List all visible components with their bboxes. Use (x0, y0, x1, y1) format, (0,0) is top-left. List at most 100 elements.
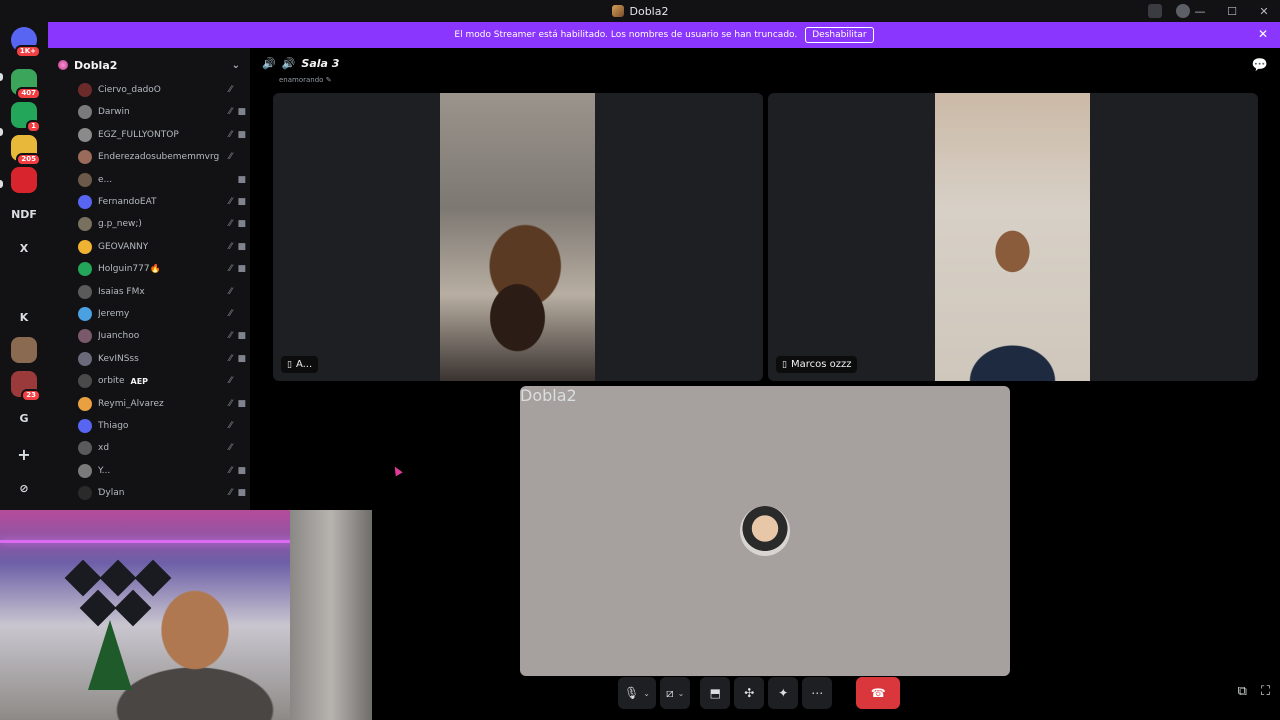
more-options-button[interactable]: ⋯ (802, 677, 833, 709)
close-icon[interactable]: ✕ (1256, 5, 1272, 18)
avatar (78, 284, 92, 299)
muted-icon: ⁄⁄ (228, 241, 232, 252)
voice-member[interactable]: Enderezadosubememmvrg ⁄⁄ (78, 146, 242, 168)
voice-member[interactable]: Holguin777🔥 ⁄⁄ ■ (78, 258, 246, 280)
avatar (78, 396, 92, 411)
voice-member[interactable]: Juanchoo ⁄⁄ ■ (78, 325, 246, 347)
voice-member[interactable]: GEOVANNY ⁄⁄ ■ (78, 236, 246, 258)
voice-member[interactable]: Reymi_Alvarez ⁄⁄ ■ (78, 393, 246, 415)
participant-label: Dobla2 (520, 386, 1010, 405)
voice-member[interactable]: Thiago ⁄⁄ (78, 415, 242, 437)
close-icon[interactable]: ✕ (1258, 27, 1268, 41)
disconnect-button[interactable]: ☎ (856, 677, 901, 709)
minimize-icon[interactable]: — (1192, 5, 1208, 18)
disable-streamer-mode-button[interactable]: Deshabilitar (805, 27, 874, 43)
voice-member[interactable]: Jeremy ⁄⁄ (78, 303, 242, 325)
muted-icon: ⁄⁄ (228, 488, 232, 499)
server-icon[interactable]: 1K+ (11, 27, 41, 58)
member-name: Thiago (98, 421, 129, 431)
mention-badge: 1K+ (14, 45, 41, 58)
fullscreen-icon[interactable]: ⛶ (1261, 684, 1270, 699)
server-icon[interactable]: 205 (11, 135, 41, 166)
member-name: Darwin (98, 107, 130, 118)
voice-member[interactable]: Ɗylan ⁄⁄ ■ (78, 482, 246, 504)
edit-icon[interactable]: ✎ (326, 76, 332, 84)
camera-icon: ■ (237, 197, 246, 207)
member-name: KevINSss (98, 353, 139, 364)
camera-icon: ■ (237, 353, 246, 364)
muted-icon: ⁄⁄ (228, 331, 232, 342)
participant-name: Marcos ozzz (790, 359, 852, 370)
voice-member[interactable]: g.p_new;) ⁄⁄ ■ (78, 213, 246, 235)
member-name: Isaias FMx (98, 286, 145, 297)
member-name: Y... (98, 465, 111, 476)
muted-icon: ⁄⁄ (228, 421, 232, 431)
voice-member[interactable]: KevINSss ⁄⁄ ■ (78, 348, 246, 370)
member-name: Holguin777🔥 (98, 264, 161, 275)
voice-member[interactable]: EGZ_FULLYONTOP ⁄⁄ ■ (78, 124, 246, 146)
member-name: Ɗylan (98, 488, 125, 499)
participant-video (440, 93, 595, 381)
server-icon[interactable]: NDF (11, 201, 37, 227)
server-icon[interactable]: 23 (11, 371, 41, 402)
pop-out-icon[interactable]: ⧉ (1238, 684, 1247, 699)
discord-window: Dobla2 — ☐ ✕ 1K+ 407 1 205 NDF X K 23 G + ⊘ El mod… (0, 0, 1280, 720)
member-name: Reymi_Alvarez (98, 398, 164, 409)
muted-icon: ⁄⁄ (228, 264, 232, 275)
avatar (78, 329, 92, 344)
member-name: orbite (98, 376, 125, 387)
title-bar: Dobla2 — ☐ ✕ (0, 0, 1280, 22)
member-tag: AEP (130, 376, 149, 386)
camera-button[interactable]: ⧄ ⌄ (659, 677, 691, 709)
guild-header[interactable]: Dobla2 ⌄ (48, 48, 250, 82)
member-name: xd (98, 443, 110, 454)
voice-member[interactable]: Isaias FMx ⁄⁄ (78, 281, 242, 303)
streamer-mode-banner: El modo Streamer está habilitado. Los no… (48, 22, 1280, 48)
add-server-icon[interactable]: + (11, 441, 37, 467)
chat-icon[interactable]: 💬 (1252, 58, 1268, 73)
server-icon[interactable]: 407 (11, 69, 41, 100)
member-name: Juanchoo (98, 331, 140, 342)
voice-member[interactable]: Darwin ⁄⁄ ■ (78, 101, 246, 123)
maximize-icon[interactable]: ☐ (1224, 5, 1240, 18)
voice-member[interactable]: Y... ⁄⁄ ■ (78, 460, 246, 482)
participant-tile[interactable]: ▯ A... (273, 93, 763, 381)
avatar (78, 441, 92, 456)
chevron-down-icon[interactable]: ⌄ (678, 689, 685, 698)
microphone-icon: 🎙 (624, 686, 640, 700)
voice-member[interactable]: Ciervo_dadoO ⁄⁄ (78, 79, 242, 101)
mention-badge: 407 (16, 87, 41, 100)
chevron-down-icon[interactable]: ⌄ (643, 689, 650, 698)
camera-icon: ■ (237, 129, 246, 140)
self-tile[interactable]: Dobla2 (520, 386, 1010, 676)
camera-icon: ■ (237, 398, 246, 409)
channel-name[interactable]: Sala 3 (301, 57, 339, 70)
server-icon[interactable]: K (11, 304, 37, 330)
soundboard-icon: ✦ (778, 686, 789, 700)
more-icon: ⋯ (811, 686, 824, 700)
server-icon[interactable]: 1 (11, 102, 41, 133)
acoustic-panel (134, 559, 172, 597)
participant-tile[interactable]: ▯ Marcos ozzz (768, 93, 1258, 381)
microphone-button[interactable]: 🎙 ⌄ (618, 677, 656, 709)
avatar (78, 463, 92, 478)
server-icon[interactable] (11, 271, 37, 297)
voice-member[interactable]: e... ■ (78, 169, 246, 191)
share-screen-button[interactable]: ⬒ (700, 677, 731, 709)
voice-member[interactable]: orbite AEP ⁄⁄ (78, 370, 242, 392)
inbox-icon[interactable] (1148, 4, 1162, 18)
activities-button[interactable]: ✣ (734, 677, 765, 709)
help-icon[interactable] (1176, 4, 1190, 18)
voice-member[interactable]: FernandoEAT ⁄⁄ ■ (78, 191, 246, 213)
server-icon[interactable] (11, 167, 37, 193)
member-name: Ciervo_dadoO (98, 85, 161, 95)
server-icon[interactable] (11, 337, 37, 363)
discover-icon[interactable]: ⊘ (11, 475, 37, 501)
hang-up-icon: ☎ (870, 686, 886, 700)
soundboard-button[interactable]: ✦ (768, 677, 799, 709)
avatar (78, 195, 92, 209)
avatar (78, 419, 92, 433)
server-icon[interactable]: G (11, 405, 37, 431)
voice-member[interactable]: xd ⁄⁄ (78, 437, 242, 459)
server-icon[interactable]: X (11, 235, 37, 261)
